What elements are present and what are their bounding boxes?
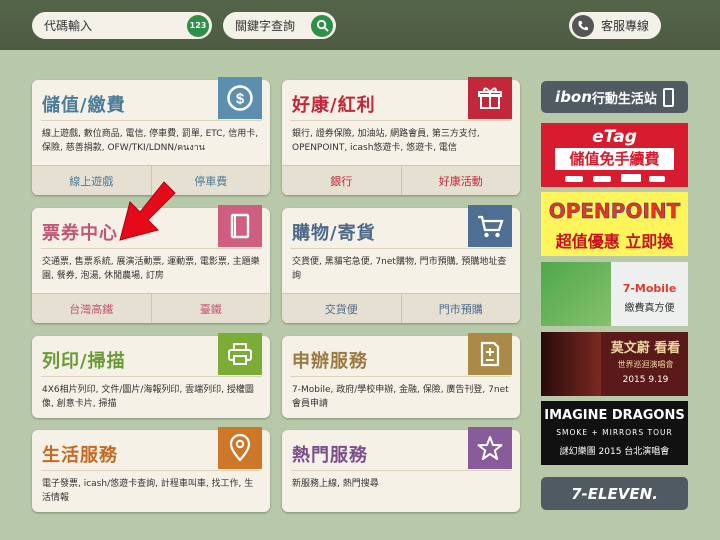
card-description: 4X6相片列印, 文件/圖片/海報列印, 雲端列印, 授權圖像, 創意卡片, 掃… (42, 385, 254, 409)
car-icons (565, 174, 665, 182)
7mobile-banner[interactable]: 7-Mobile 繳費真方便 (541, 262, 688, 326)
divider (41, 120, 261, 121)
tra-button[interactable]: 臺鐵 (150, 294, 271, 323)
card-title: 購物/寄貨 (292, 223, 376, 244)
card-title: 列印/掃描 (42, 351, 126, 372)
card-description: 7-Mobile, 政府/學校申辦, 金融, 保險, 廣告刊登, 7net會員申… (292, 385, 509, 409)
tour-name: SMOKE + MIRRORS TOUR (556, 428, 673, 437)
etag-brand: eTag (592, 127, 637, 147)
7eleven-label: 7-ELEVEN. (571, 484, 658, 503)
etag-tagline: 儲值免手續費 (555, 148, 674, 170)
divider (291, 248, 511, 249)
code-input[interactable]: 代碼輸入 123 (32, 12, 212, 39)
band-name: IMAGINE DRAGONS (544, 408, 685, 423)
card-shopping-shipping[interactable]: 購物/寄貨 交貨便, 黑貓宅急便, 7net購物, 門市預購, 預購地址查詢 交… (282, 205, 521, 323)
svg-text:$: $ (236, 91, 245, 108)
divider (41, 376, 261, 377)
card-description: 交貨便, 黑貓宅急便, 7net購物, 門市預購, 預購地址查詢 (292, 257, 507, 281)
card-popular-service[interactable]: 熱門服務 新服務上線, 熱門搜尋 (282, 427, 520, 512)
card-deals-rewards[interactable]: 好康/紅利 銀行, 證券保險, 加油站, 網路會員, 第三方支付, OPENPO… (282, 77, 521, 195)
card-title: 好康/紅利 (292, 95, 376, 116)
card-title: 儲值/繳費 (42, 95, 126, 116)
customer-service-label: 客服專線 (601, 19, 650, 33)
artist-photo (541, 332, 601, 396)
divider (41, 248, 261, 249)
cart-icon (468, 205, 512, 247)
openpoint-tagline: 超值優惠 立即換 (555, 232, 674, 251)
card-application-service[interactable]: 申辦服務 7-Mobile, 政府/學校申辦, 金融, 保險, 廣告刊登, 7n… (282, 333, 520, 418)
thsr-button[interactable]: 台灣高鐵 (32, 294, 151, 323)
keyword-search-input[interactable]: 關鍵字查詢 (223, 12, 336, 39)
etag-banner[interactable]: eTag 儲值免手續費 (541, 123, 688, 187)
card-description: 線上遊戲, 數位商品, 電信, 停車費, 罰單, ETC, 信用卡, 保險, 慈… (42, 129, 259, 153)
phone-icon (572, 14, 594, 37)
bank-button[interactable]: 銀行 (282, 166, 401, 195)
star-icon (468, 427, 512, 469)
concert-subtitle: 世界巡迴演唱會 (617, 360, 674, 369)
ibon-brand: ibon (555, 88, 592, 106)
location-icon (218, 427, 262, 469)
imagine-dragons-banner[interactable]: IMAGINE DRAGONS SMOKE + MIRRORS TOUR 謎幻樂… (541, 401, 688, 465)
card-description: 交通票, 售票系統, 展演活動票, 運動票, 電影票, 主題樂園, 餐券, 泡湯… (42, 257, 260, 281)
card-title: 生活服務 (42, 445, 118, 466)
divider (291, 120, 511, 121)
divider (291, 470, 511, 471)
7mobile-tagline: 繳費真方便 (624, 303, 675, 314)
ticket-icon (218, 205, 262, 247)
card-title: 申辦服務 (292, 351, 368, 372)
artist-name: 莫文蔚 (610, 341, 650, 356)
code-input-placeholder: 代碼輸入 (44, 19, 93, 33)
keypad-icon[interactable]: 123 (187, 14, 209, 37)
card-description: 電子發票, icash/悠遊卡查詢, 計程車叫車, 找工作, 生活情報 (42, 479, 254, 503)
card-description: 新服務上線, 熱門搜尋 (292, 479, 379, 489)
keyword-input-placeholder: 關鍵字查詢 (235, 19, 296, 33)
phone-icon (662, 87, 674, 107)
customer-service-button[interactable]: 客服專線 (569, 12, 661, 39)
7mobile-brand: 7-Mobile (622, 282, 677, 295)
deals-activity-button[interactable]: 好康活動 (400, 166, 521, 195)
delivery-button[interactable]: 交貨便 (282, 294, 401, 323)
card-title: 熱門服務 (292, 445, 368, 466)
form-icon (468, 333, 512, 375)
dollar-icon: $ (218, 77, 262, 119)
search-icon[interactable] (311, 14, 333, 37)
red-arrow-pointer (119, 181, 176, 241)
openpoint-banner[interactable]: OPENPOINT 超值優惠 立即換 (541, 192, 688, 256)
card-life-service[interactable]: 生活服務 電子發票, icash/悠遊卡查詢, 計程車叫車, 找工作, 生活情報 (32, 427, 270, 512)
ibon-label: 行動生活站 (591, 91, 657, 107)
top-bar: 代碼輸入 123 關鍵字查詢 客服專線 (0, 0, 720, 50)
ibon-mobile-station-button[interactable]: ibon 行動生活站 (541, 81, 688, 113)
show-name: 看看 (654, 341, 681, 356)
card-description: 銀行, 證券保險, 加油站, 網路會員, 第三方支付, OPENPOINT, i… (292, 129, 480, 153)
promo-photo (541, 262, 611, 326)
printer-icon (218, 333, 262, 375)
divider (41, 470, 261, 471)
concert-chinese-title: 謎幻樂團 2015 台北演唱會 (559, 447, 670, 457)
card-print-scan[interactable]: 列印/掃描 4X6相片列印, 文件/圖片/海報列印, 雲端列印, 授權圖像, 創… (32, 333, 270, 418)
concert-date: 2015 9.19 (622, 375, 669, 385)
concert-banner[interactable]: 莫文蔚 看看 世界巡迴演唱會 2015 9.19 (541, 332, 688, 396)
7eleven-button[interactable]: 7-ELEVEN. (541, 477, 688, 510)
gift-icon (468, 77, 512, 119)
store-preorder-button[interactable]: 門市預購 (400, 294, 521, 323)
openpoint-brand: OPENPOINT (548, 199, 681, 224)
card-title: 票券中心 (42, 223, 118, 244)
divider (291, 376, 511, 377)
